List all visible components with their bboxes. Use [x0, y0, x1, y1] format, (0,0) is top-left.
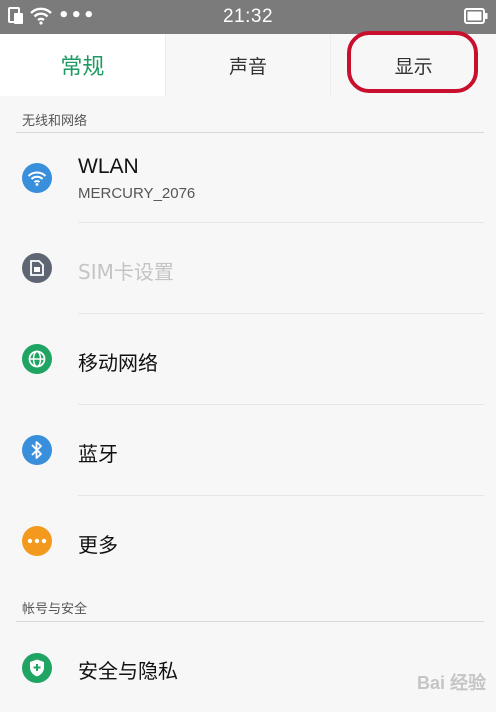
settings-item-sim[interactable]: SIM卡设置: [0, 223, 496, 313]
wifi-icon: [22, 163, 52, 193]
security-privacy-title: 安全与隐私: [78, 659, 178, 683]
status-time: 21:32: [222, 6, 274, 27]
more-icon: [22, 526, 52, 556]
mobile-network-title: 移动网络: [78, 351, 158, 375]
more-title: 更多: [78, 533, 118, 557]
bluetooth-icon: [22, 435, 52, 465]
settings-item-more[interactable]: 更多: [0, 496, 496, 586]
globe-icon: [22, 344, 52, 374]
status-bar: ••• 21:32: [0, 0, 496, 34]
wlan-network-name: MERCURY_2076: [78, 185, 196, 202]
tab-general[interactable]: 常规: [0, 34, 165, 96]
settings-item-mobile-network[interactable]: 移动网络: [0, 314, 496, 404]
section-header-account-security: 帐号与安全: [22, 602, 88, 617]
tab-bar: 常规 声音 显示: [0, 34, 496, 96]
tab-sound[interactable]: 声音: [164, 34, 331, 96]
bluetooth-title: 蓝牙: [78, 442, 118, 466]
wlan-title: WLAN: [78, 155, 139, 178]
settings-item-wlan[interactable]: WLAN MERCURY_2076: [0, 133, 496, 223]
sim-card-icon: [22, 253, 52, 283]
tab-display[interactable]: 显示: [330, 34, 496, 96]
settings-item-bluetooth[interactable]: 蓝牙: [0, 405, 496, 495]
section-header-wireless: 无线和网络: [22, 114, 88, 129]
watermark-logo: Bai 经验: [416, 673, 486, 693]
shield-icon: [22, 653, 52, 683]
battery-icon: [464, 8, 488, 24]
sim-title: SIM卡设置: [78, 260, 174, 284]
